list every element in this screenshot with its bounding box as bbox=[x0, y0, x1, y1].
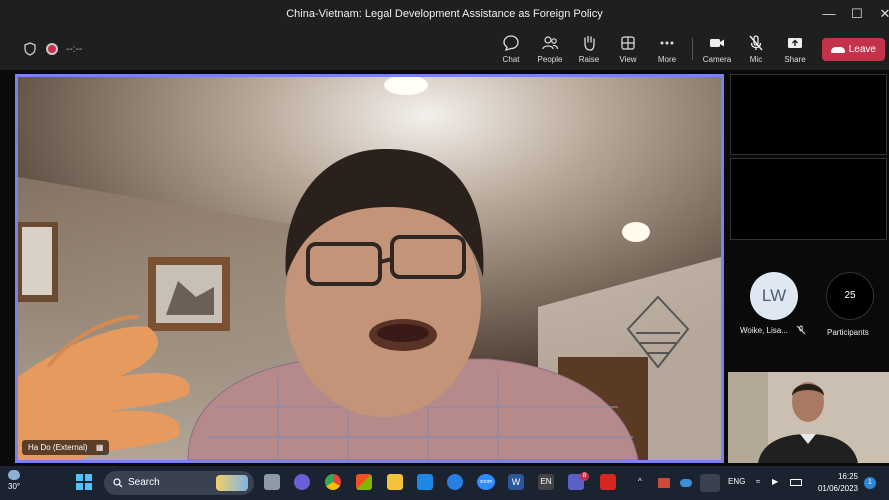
file-explorer-icon[interactable] bbox=[387, 474, 403, 490]
temperature: 30° bbox=[8, 482, 21, 491]
more-label: More bbox=[657, 55, 677, 64]
participant-video-tile-1[interactable] bbox=[730, 74, 887, 155]
avatar-name: Woike, Lisa... bbox=[740, 326, 788, 335]
view-label: View bbox=[619, 55, 637, 64]
teams-badge: 8 bbox=[580, 472, 589, 481]
speaker-icon[interactable]: ▶ bbox=[772, 477, 778, 486]
camera-label: Camera bbox=[702, 55, 732, 64]
self-view-video[interactable] bbox=[728, 372, 889, 463]
windows-taskbar: 30° Search zoom W EN 8 ^ ENG ≈ ▶ 16:25 0… bbox=[0, 466, 889, 500]
speaker-name-tag: Ha Do (External) ▦ bbox=[22, 440, 110, 455]
camera-button[interactable]: Camera bbox=[697, 34, 737, 68]
people-button[interactable]: People bbox=[530, 34, 570, 68]
minimize-icon[interactable]: — bbox=[815, 4, 843, 24]
wifi-icon[interactable]: ≈ bbox=[756, 477, 760, 486]
people-icon bbox=[542, 36, 559, 50]
participant-count[interactable]: 25 bbox=[826, 272, 874, 320]
self-view-image bbox=[728, 372, 889, 463]
leave-button[interactable]: Leave bbox=[822, 38, 885, 61]
zoom-label: zoom bbox=[479, 479, 493, 485]
leave-label: Leave bbox=[848, 44, 876, 55]
search-label: Search bbox=[128, 477, 160, 488]
zoom-icon[interactable]: zoom bbox=[477, 474, 495, 490]
mic-button[interactable]: Mic bbox=[736, 34, 776, 68]
weather-widget[interactable]: 30° bbox=[8, 470, 20, 491]
raise-hand-icon bbox=[584, 35, 595, 51]
clock-date: 01/06/2023 bbox=[817, 484, 858, 493]
screen-share-icon: ▦ bbox=[95, 443, 104, 452]
chat-button[interactable]: Chat bbox=[491, 34, 531, 68]
notification-badge[interactable]: 1 bbox=[864, 477, 876, 489]
chevron-up-icon[interactable]: ^ bbox=[638, 477, 642, 486]
participant-roster-row: LW Woike, Lisa... 25 Participants bbox=[730, 262, 887, 342]
mic-off-icon bbox=[749, 35, 763, 51]
participant-video-tile-2[interactable] bbox=[730, 158, 887, 240]
recording-indicator-icon bbox=[46, 43, 58, 55]
close-icon[interactable]: ✕ bbox=[871, 4, 889, 24]
mic-label: Mic bbox=[749, 55, 763, 64]
task-view-icon[interactable] bbox=[264, 474, 280, 490]
onedrive-icon[interactable] bbox=[680, 479, 692, 487]
chrome-icon[interactable] bbox=[325, 474, 341, 490]
share-icon bbox=[788, 38, 802, 48]
word-icon[interactable]: W bbox=[508, 474, 524, 490]
en-label: EN bbox=[540, 477, 552, 486]
search-highlight-icon bbox=[216, 475, 248, 491]
toolbar-divider bbox=[692, 38, 693, 60]
webex-icon[interactable] bbox=[447, 474, 463, 490]
en-app-icon[interactable]: EN bbox=[538, 474, 554, 490]
battery-icon[interactable] bbox=[790, 479, 802, 486]
language-indicator[interactable]: ENG bbox=[728, 477, 745, 486]
acrobat-icon[interactable] bbox=[600, 474, 616, 490]
share-label: Share bbox=[784, 55, 806, 64]
search-box[interactable]: Search bbox=[104, 471, 254, 495]
meeting-timer: --:-- bbox=[66, 44, 83, 55]
more-icon bbox=[660, 41, 674, 45]
meeting-toolbar: --:-- Chat People Raise View More Camera… bbox=[0, 30, 889, 70]
chat-label: Chat bbox=[502, 55, 520, 64]
share-button[interactable]: Share bbox=[775, 34, 815, 68]
view-grid-icon bbox=[621, 36, 635, 50]
search-icon bbox=[113, 478, 123, 488]
hang-up-icon bbox=[831, 47, 845, 53]
participants-label: Participants bbox=[827, 328, 869, 337]
windows-start-icon[interactable] bbox=[76, 474, 92, 490]
raise-label: Raise bbox=[578, 55, 600, 64]
mail-icon[interactable] bbox=[417, 474, 433, 490]
tray-app-icon[interactable] bbox=[658, 478, 670, 488]
speaker-name: Ha Do (External) bbox=[28, 443, 88, 452]
more-button[interactable]: More bbox=[647, 34, 687, 68]
window-title: China-Vietnam: Legal Development Assista… bbox=[286, 8, 603, 20]
speaker-video bbox=[18, 77, 721, 460]
maximize-icon[interactable]: ☐ bbox=[843, 4, 871, 24]
people-label: People bbox=[537, 55, 563, 64]
microsoft-store-icon[interactable] bbox=[356, 474, 372, 490]
mic-tray-icon[interactable] bbox=[700, 474, 720, 492]
chat-app-icon[interactable] bbox=[294, 474, 310, 490]
system-clock[interactable]: 16:25 01/06/2023 bbox=[810, 471, 858, 495]
camera-icon bbox=[710, 39, 724, 47]
avatar[interactable]: LW bbox=[750, 272, 798, 320]
clock-time: 16:25 bbox=[837, 472, 858, 481]
weather-icon bbox=[8, 470, 20, 480]
view-button[interactable]: View bbox=[608, 34, 648, 68]
main-video-stage[interactable]: Ha Do (External) ▦ bbox=[15, 74, 724, 463]
chat-icon bbox=[503, 35, 519, 51]
raise-hand-button[interactable]: Raise bbox=[569, 34, 609, 68]
title-bar: China-Vietnam: Legal Development Assista… bbox=[0, 0, 889, 30]
mic-off-icon bbox=[796, 325, 806, 335]
shield-icon bbox=[24, 42, 36, 56]
